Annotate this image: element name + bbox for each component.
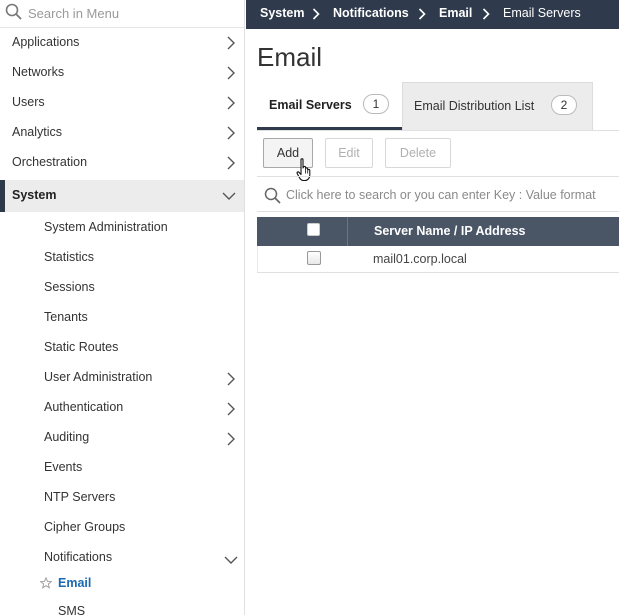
tab-email-distribution-list[interactable]: Email Distribution List 2 [402, 82, 593, 130]
sidebar-subitem-static-routes[interactable]: Static Routes [0, 333, 244, 363]
sidebar-subitem-auditing[interactable]: Auditing [0, 423, 244, 453]
sidebar: Applications Networks Users Analytics Or… [0, 0, 245, 615]
chevron-down-icon [224, 554, 238, 564]
sidebar-subitem-statistics[interactable]: Statistics [0, 243, 244, 273]
tab-email-servers[interactable]: Email Servers 1 [257, 82, 402, 130]
chevron-down-icon [222, 190, 236, 200]
sidebar-subitem-events[interactable]: Events [0, 453, 244, 483]
table-row[interactable]: mail01.corp.local [257, 246, 619, 273]
sidebar-subitem-label: Cipher Groups [44, 520, 126, 534]
sidebar-item-label: Applications [12, 35, 80, 49]
column-header-server-name[interactable]: Server Name / IP Address [374, 224, 525, 238]
breadcrumb-item[interactable]: Notifications [333, 6, 409, 20]
chevron-right-icon [312, 7, 320, 20]
sidebar-item-users[interactable]: Users [0, 88, 244, 118]
sidebar-subitem-label: Authentication [44, 400, 124, 414]
sidebar-subitem-label: Email [58, 576, 92, 590]
count-badge: 1 [363, 94, 389, 114]
table-search [257, 176, 619, 212]
edit-button[interactable]: Edit [325, 138, 373, 168]
sidebar-subitem-email[interactable]: Email [0, 569, 244, 599]
sidebar-item-system[interactable]: System [0, 180, 244, 212]
chevron-right-icon [482, 7, 490, 20]
column-divider [347, 217, 348, 246]
tab-label: Email Servers [269, 98, 352, 112]
chevron-right-icon [226, 36, 236, 50]
table-header: Server Name / IP Address [257, 217, 619, 246]
sidebar-subitem-label: Auditing [44, 430, 90, 444]
sidebar-subitem-tenants[interactable]: Tenants [0, 303, 244, 333]
sidebar-item-orchestration[interactable]: Orchestration [0, 148, 244, 178]
sidebar-subitem-label: Tenants [44, 310, 88, 324]
search-icon [5, 3, 23, 21]
sidebar-subitem-ntp-servers[interactable]: NTP Servers [0, 483, 244, 513]
chevron-right-icon [226, 126, 236, 140]
sidebar-subitem-authentication[interactable]: Authentication [0, 393, 244, 423]
chevron-right-icon [226, 96, 236, 110]
sidebar-subitem-user-administration[interactable]: User Administration [0, 363, 244, 393]
chevron-right-icon [226, 66, 236, 80]
sidebar-item-label: Users [12, 95, 45, 109]
sidebar-item-analytics[interactable]: Analytics [0, 118, 244, 148]
server-name-cell: mail01.corp.local [373, 252, 467, 266]
sidebar-item-label: Analytics [12, 125, 63, 139]
breadcrumb-current: Email Servers [503, 6, 581, 20]
page-title: Email [257, 42, 323, 72]
sidebar-item-label: System [12, 188, 57, 202]
sidebar-subitem-label: SMS [58, 604, 86, 615]
sidebar-subitem-sms[interactable]: SMS [14, 597, 244, 615]
sidebar-subitem-label: Statistics [44, 250, 95, 264]
tab-label: Email Distribution List [414, 99, 535, 113]
active-indicator [0, 180, 5, 212]
sidebar-subitem-label: User Administration [44, 370, 153, 384]
sidebar-subitem-system-administration[interactable]: System Administration [0, 213, 244, 243]
delete-button[interactable]: Delete [385, 138, 451, 168]
sidebar-subitem-label: Events [44, 460, 83, 474]
chevron-right-icon [226, 432, 236, 446]
sidebar-subitem-label: NTP Servers [44, 490, 116, 504]
sidebar-subitem-cipher-groups[interactable]: Cipher Groups [0, 513, 244, 543]
sidebar-subitem-sessions[interactable]: Sessions [0, 273, 244, 303]
sidebar-item-networks[interactable]: Networks [0, 58, 244, 88]
sidebar-item-applications[interactable]: Applications [0, 28, 244, 58]
search-input[interactable] [286, 186, 616, 204]
breadcrumb-item[interactable]: Email [439, 6, 472, 20]
sidebar-subitem-label: System Administration [44, 220, 168, 234]
select-all-checkbox[interactable] [307, 223, 320, 236]
row-checkbox[interactable] [307, 251, 321, 265]
chevron-right-icon [226, 156, 236, 170]
menu-search-input[interactable] [28, 4, 238, 22]
breadcrumb-item[interactable]: System [260, 6, 304, 20]
sidebar-item-label: Orchestration [12, 155, 88, 169]
search-icon [264, 187, 282, 205]
chevron-right-icon [226, 372, 236, 386]
menu-search [0, 0, 244, 28]
count-badge: 2 [551, 95, 577, 115]
breadcrumb: System Notifications Email Email Servers [246, 0, 619, 29]
sidebar-subitem-label: Static Routes [44, 340, 119, 354]
star-icon[interactable] [39, 576, 53, 589]
chevron-right-icon [418, 7, 426, 20]
sidebar-subitem-label: Notifications [44, 550, 113, 564]
chevron-right-icon [226, 402, 236, 416]
sidebar-subitem-label: Sessions [44, 280, 95, 294]
sidebar-item-label: Networks [12, 65, 65, 79]
